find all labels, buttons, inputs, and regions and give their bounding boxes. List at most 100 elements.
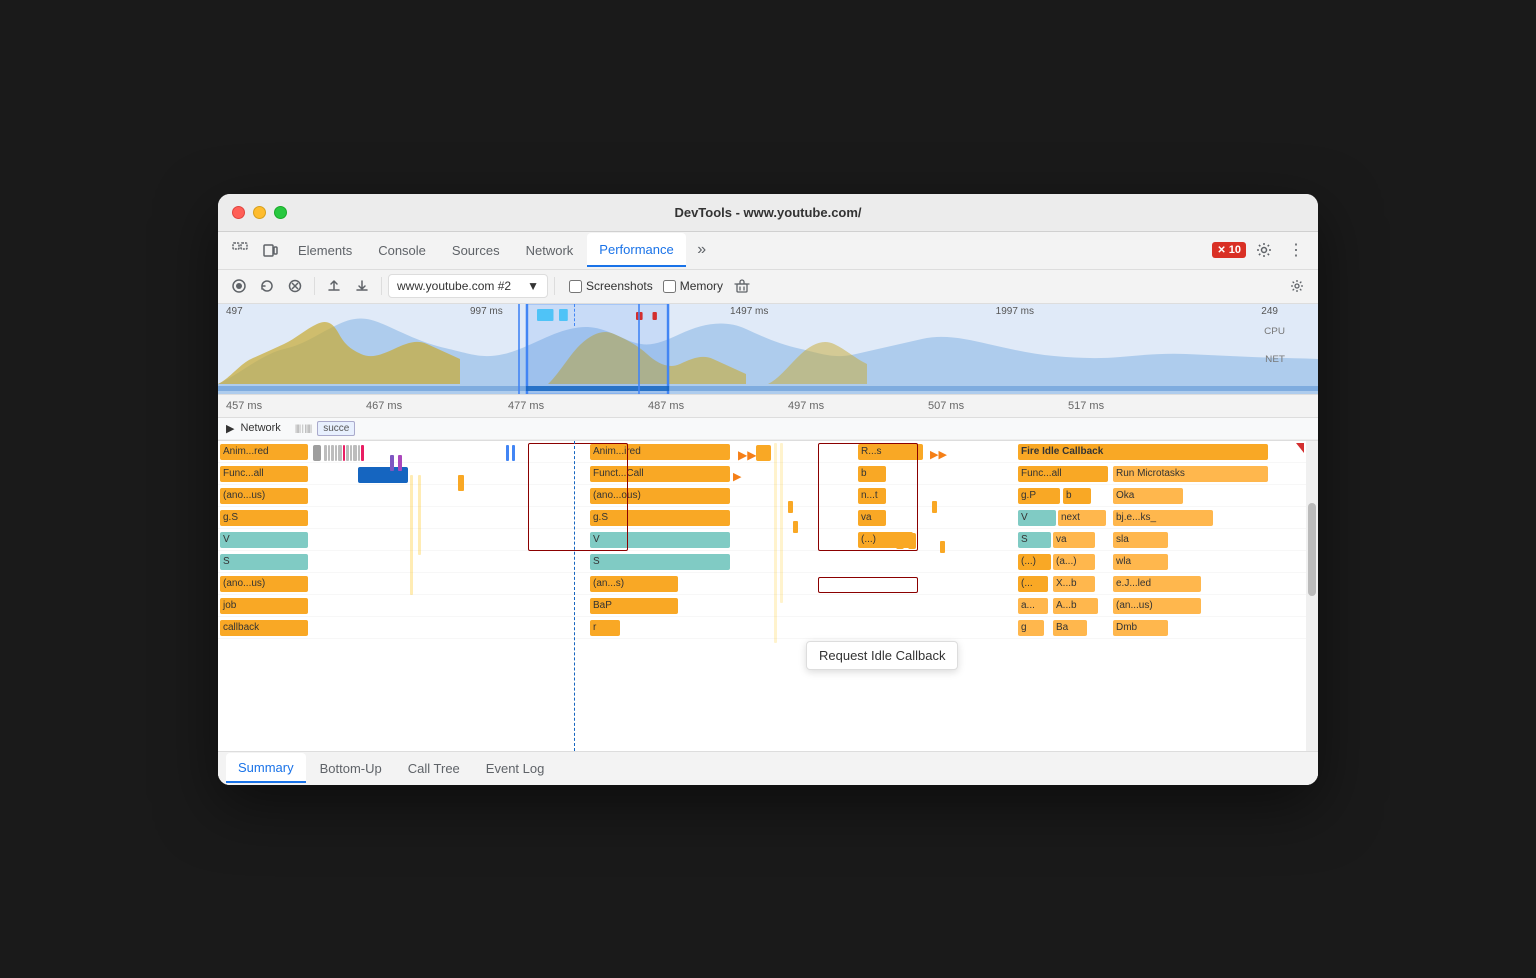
wla-block[interactable]: wla	[1113, 554, 1168, 570]
an-s-block[interactable]: (an...s)	[590, 576, 678, 592]
next-block[interactable]: next	[1058, 510, 1106, 526]
purple-mini-1	[390, 455, 394, 471]
bj-block[interactable]: bj.e...ks_	[1113, 510, 1213, 526]
dots-block[interactable]: (...)	[858, 532, 913, 548]
gs-2[interactable]: g.S	[590, 510, 730, 526]
gs-1[interactable]: g.S	[220, 510, 308, 526]
v-block-right[interactable]: V	[1018, 510, 1056, 526]
timeline-overview[interactable]: 497 997 ms 1497 ms 1997 ms 249	[218, 304, 1318, 394]
close-button[interactable]	[232, 206, 245, 219]
ano-us-2[interactable]: (ano...us)	[220, 576, 308, 592]
network-expand-icon[interactable]: ▶	[226, 422, 234, 435]
network-badge: succe	[317, 421, 355, 436]
traffic-lights	[232, 206, 287, 219]
b-block-2[interactable]: b	[1063, 488, 1091, 504]
tab-event-log[interactable]: Event Log	[474, 753, 557, 783]
device-icon[interactable]	[256, 236, 284, 264]
ba-block[interactable]: Ba	[1053, 620, 1087, 636]
clear-button[interactable]	[282, 273, 308, 299]
ab-block[interactable]: A...b	[1053, 598, 1098, 614]
more-tabs-button[interactable]: »	[688, 236, 716, 264]
gp-block[interactable]: g.P	[1018, 488, 1060, 504]
funct-call[interactable]: Funct...Call	[590, 466, 730, 482]
func-all-1[interactable]: Func...all	[220, 466, 308, 482]
mini-blocks-1	[324, 445, 364, 461]
download-button[interactable]	[349, 273, 375, 299]
ejled-block[interactable]: e.J...led	[1113, 576, 1201, 592]
func-all-right[interactable]: Func...all	[1018, 466, 1108, 482]
tab-right-area: ✕ 10 ⋮	[1212, 236, 1310, 264]
dmb-block[interactable]: Dmb	[1113, 620, 1168, 636]
screenshots-checkbox-label[interactable]: Screenshots	[569, 279, 653, 293]
tab-performance[interactable]: Performance	[587, 233, 685, 267]
more-options-icon[interactable]: ⋮	[1282, 236, 1310, 264]
s-block-mid[interactable]: S	[590, 554, 730, 570]
n-t[interactable]: n...t	[858, 488, 886, 504]
a-dots-2[interactable]: a...	[1018, 598, 1048, 614]
yellow-dot-3	[793, 521, 798, 533]
an-us-block[interactable]: (an...us)	[1113, 598, 1201, 614]
rs-block[interactable]: R...s	[858, 444, 923, 460]
run-microtasks[interactable]: Run Microtasks	[1113, 466, 1268, 482]
upload-button[interactable]	[321, 273, 347, 299]
job-block[interactable]: job	[220, 598, 308, 614]
timeline-container: 497 997 ms 1497 ms 1997 ms 249	[218, 304, 1318, 441]
arrow-block-1	[313, 445, 321, 461]
tab-console[interactable]: Console	[366, 233, 438, 267]
minimize-button[interactable]	[253, 206, 266, 219]
garbage-collect-button[interactable]	[729, 273, 755, 299]
v-block-mid[interactable]: V	[590, 532, 730, 548]
tab-network[interactable]: Network	[514, 233, 586, 267]
url-selector[interactable]: www.youtube.com #2 ▼	[388, 274, 548, 298]
g-block[interactable]: g	[1018, 620, 1044, 636]
anim-red-1[interactable]: Anim...red	[220, 444, 308, 460]
dots-left[interactable]: (...	[1018, 576, 1048, 592]
ano-ous[interactable]: (ano...ous)	[590, 488, 730, 504]
xb-block[interactable]: X...b	[1053, 576, 1095, 592]
yellow-vert-2	[780, 443, 783, 603]
inspect-icon[interactable]	[226, 236, 254, 264]
tab-summary[interactable]: Summary	[226, 753, 306, 783]
maximize-button[interactable]	[274, 206, 287, 219]
record-button[interactable]	[226, 273, 252, 299]
scrollbar-thumb[interactable]	[1308, 503, 1316, 596]
fire-idle-callback[interactable]: Fire Idle Callback	[1018, 444, 1268, 460]
performance-toolbar: www.youtube.com #2 ▼ Screenshots Memory	[218, 270, 1318, 304]
va-1[interactable]: va	[858, 510, 886, 526]
ano-us-1[interactable]: (ano...us)	[220, 488, 308, 504]
b-block-1[interactable]: b	[858, 466, 886, 482]
network-row: ▶ Network |||| | ||||| succe	[218, 418, 1318, 440]
yellow-dot-right-2	[940, 541, 945, 553]
tab-sources[interactable]: Sources	[440, 233, 512, 267]
flame-row-6: (ano...us) (an...s) (... X...b e.J...led	[218, 575, 1318, 595]
yellow-vert-1	[774, 443, 777, 643]
ruler-487: 487 ms	[648, 400, 684, 412]
settings-icon[interactable]	[1250, 236, 1278, 264]
tab-bottom-up[interactable]: Bottom-Up	[308, 753, 394, 783]
tab-elements[interactable]: Elements	[286, 233, 364, 267]
s-block-right[interactable]: S	[1018, 532, 1051, 548]
callback-block[interactable]: callback	[220, 620, 308, 636]
sla-block[interactable]: sla	[1113, 532, 1168, 548]
s-block-left[interactable]: S	[220, 554, 308, 570]
anim-ired-1[interactable]: Anim...ired	[590, 444, 730, 460]
flame-chart-area[interactable]: Anim...red	[218, 441, 1318, 751]
scrollbar-track[interactable]	[1306, 441, 1318, 751]
url-dropdown-icon: ▼	[527, 279, 539, 293]
reload-button[interactable]	[254, 273, 280, 299]
oka-block[interactable]: Oka	[1113, 488, 1183, 504]
ruler-507: 507 ms	[928, 400, 964, 412]
dots-block-2[interactable]: (...)	[1018, 554, 1051, 570]
error-badge[interactable]: ✕ 10	[1212, 242, 1246, 258]
timeline-ruler: 457 ms 467 ms 477 ms 487 ms 497 ms 507 m…	[218, 394, 1318, 418]
r-block[interactable]: r	[590, 620, 620, 636]
performance-settings-button[interactable]	[1284, 273, 1310, 299]
va-right[interactable]: va	[1053, 532, 1095, 548]
a-dots-block[interactable]: (a...)	[1053, 554, 1095, 570]
v-block-left[interactable]: V	[220, 532, 308, 548]
memory-checkbox-label[interactable]: Memory	[663, 279, 723, 293]
screenshots-checkbox[interactable]	[569, 280, 582, 293]
tab-call-tree[interactable]: Call Tree	[396, 753, 472, 783]
memory-checkbox[interactable]	[663, 280, 676, 293]
bap-block[interactable]: BaP	[590, 598, 678, 614]
